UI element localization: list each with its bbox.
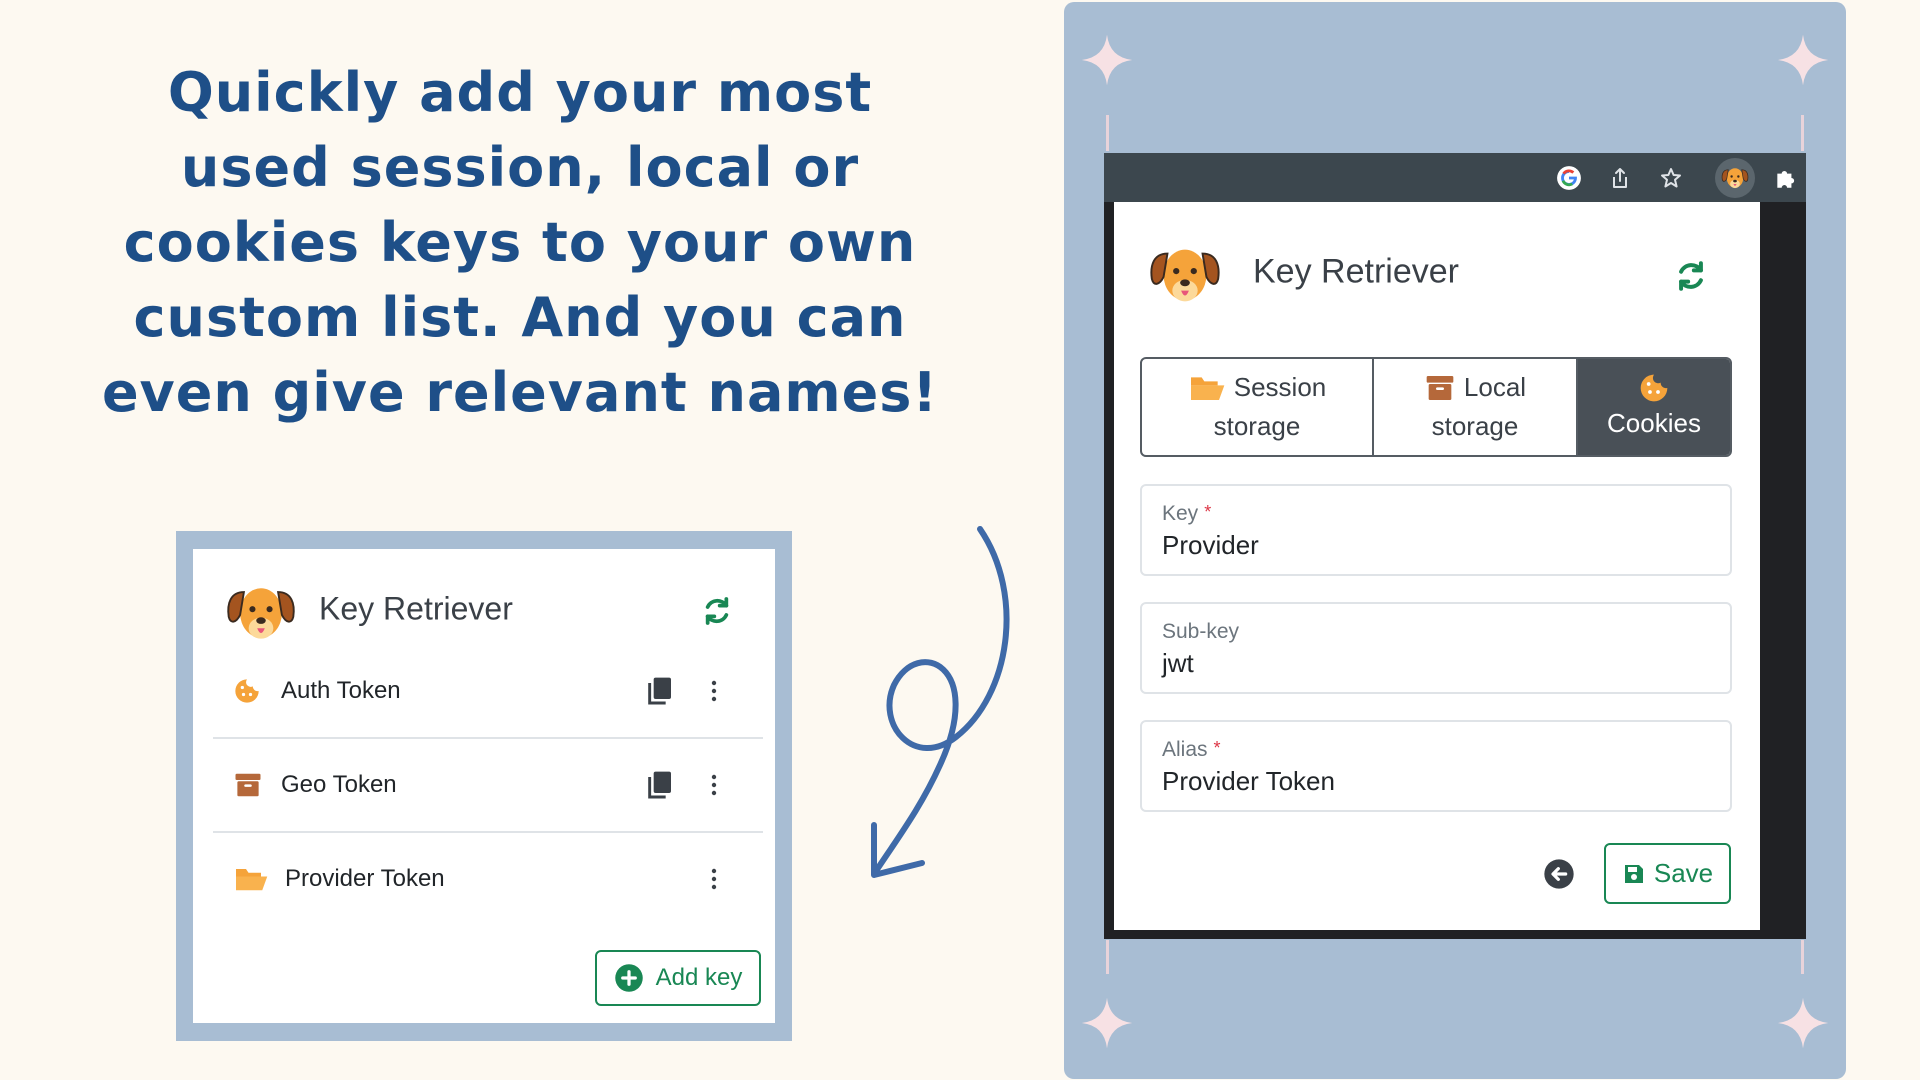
- headline: Quickly add your most used session, loca…: [60, 55, 980, 430]
- headline-line: even give relevant names!: [101, 361, 939, 424]
- tab-label: storage: [1431, 411, 1519, 441]
- decor-line: [1106, 940, 1109, 974]
- decor-line: [1801, 940, 1804, 974]
- screenshot-panel: Key Retriever Session storage Local stor…: [1064, 2, 1846, 1079]
- sparkle-icon: [1080, 996, 1134, 1050]
- folder-open-icon: [1188, 372, 1226, 404]
- dog-logo-icon: [1146, 236, 1224, 314]
- alias-field-value: Provider Token: [1162, 766, 1335, 796]
- tab-label: Local: [1463, 372, 1527, 402]
- decor-line: [1801, 115, 1804, 151]
- tab-session-storage[interactable]: Session storage: [1142, 359, 1374, 455]
- headline-line: Quickly add your most: [167, 61, 873, 124]
- sparkle-icon: [1080, 33, 1134, 87]
- kebab-menu-icon[interactable]: [709, 867, 719, 891]
- floppy-disk-icon: [1624, 864, 1643, 883]
- plus-circle-icon: [614, 964, 643, 992]
- list-item[interactable]: Auth Token: [213, 644, 763, 739]
- kebab-menu-icon[interactable]: [709, 679, 719, 703]
- add-key-button[interactable]: Add key: [595, 950, 761, 1006]
- back-arrow-icon[interactable]: [1543, 858, 1575, 890]
- extension-popup: Key Retriever Session storage Local stor…: [1114, 202, 1760, 930]
- star-icon[interactable]: [1659, 166, 1683, 190]
- share-icon[interactable]: [1608, 166, 1632, 190]
- mini-popup: Key Retriever Auth Token Geo Token Provi…: [193, 549, 775, 1023]
- refresh-icon[interactable]: [701, 595, 733, 627]
- sparkle-icon: [1776, 996, 1830, 1050]
- subkey-field-label: Sub-key: [1162, 620, 1240, 643]
- browser-window: Key Retriever Session storage Local stor…: [1104, 153, 1806, 939]
- kebab-menu-icon[interactable]: [709, 773, 719, 797]
- folder-open-icon: [233, 864, 269, 894]
- subkey-field-value: jwt: [1162, 648, 1194, 678]
- browser-toolbar: [1104, 153, 1806, 202]
- list-item-label: Provider Token: [285, 864, 445, 892]
- list-item-label: Geo Token: [281, 770, 397, 798]
- tab-label: storage: [1213, 411, 1301, 441]
- storage-tabs: Session storage Local storage Cookies: [1140, 357, 1732, 457]
- headline-line: used session, local or: [180, 136, 860, 199]
- sparkle-icon: [1776, 33, 1830, 87]
- copy-icon[interactable]: [643, 769, 675, 801]
- tab-label: Session: [1233, 372, 1327, 402]
- alias-field[interactable]: Alias * Provider Token: [1140, 720, 1732, 812]
- tab-local-storage[interactable]: Local storage: [1374, 359, 1578, 455]
- add-key-label: Add key: [655, 964, 743, 991]
- copy-icon[interactable]: [643, 675, 675, 707]
- tab-cookies[interactable]: Cookies: [1578, 359, 1730, 455]
- headline-line: cookies keys to your own: [123, 211, 917, 274]
- mini-popup-title: Key Retriever: [319, 590, 513, 627]
- mini-popup-frame: Key Retriever Auth Token Geo Token Provi…: [176, 531, 792, 1041]
- cookie-icon: [233, 677, 261, 705]
- list-item[interactable]: Provider Token: [213, 832, 763, 925]
- key-field-value: Provider: [1162, 530, 1259, 560]
- tab-label: Cookies: [1607, 407, 1701, 438]
- list-item-label: Auth Token: [281, 676, 401, 704]
- required-mark: *: [1204, 502, 1212, 522]
- puzzle-icon[interactable]: [1773, 165, 1799, 191]
- key-field-label: Key *: [1162, 502, 1212, 525]
- google-icon[interactable]: [1556, 165, 1582, 191]
- save-label: Save: [1653, 858, 1714, 888]
- popup-title: Key Retriever: [1253, 252, 1459, 291]
- key-field[interactable]: Key * Provider: [1140, 484, 1732, 576]
- archive-box-icon: [233, 770, 263, 800]
- subkey-field[interactable]: Sub-key jwt: [1140, 602, 1732, 694]
- cookie-icon: [1638, 372, 1670, 404]
- dog-extension-icon[interactable]: [1720, 163, 1750, 193]
- save-button[interactable]: Save: [1604, 843, 1731, 904]
- archive-box-icon: [1424, 372, 1456, 404]
- required-mark: *: [1213, 738, 1221, 758]
- alias-field-label: Alias *: [1162, 738, 1221, 761]
- headline-line: custom list. And you can: [133, 286, 907, 349]
- list-item[interactable]: Geo Token: [213, 738, 763, 833]
- refresh-icon[interactable]: [1674, 259, 1708, 293]
- decor-line: [1106, 115, 1109, 151]
- curly-arrow-icon: [871, 526, 1010, 878]
- dog-logo-icon: [223, 575, 299, 651]
